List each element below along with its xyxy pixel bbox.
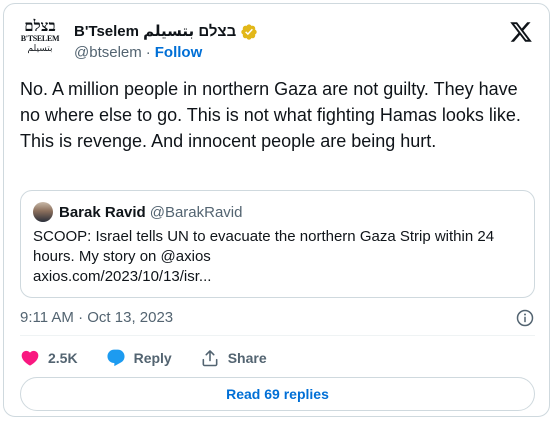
share-button[interactable]: Share — [200, 348, 267, 368]
tweet-actions: 2.5K Reply Share — [20, 346, 295, 370]
logo-english-text: B'TSELEM — [20, 34, 60, 43]
quoted-tweet-text: SCOOP: Israel tells UN to evacuate the n… — [33, 227, 523, 287]
verified-badge-icon — [241, 24, 257, 40]
reply-bubble-icon — [107, 349, 125, 367]
heart-icon — [21, 350, 39, 366]
separator-dot: · — [145, 44, 151, 61]
tweet-embed-card: בצלם B'TSELEM بتسيلم B'Tselem בצלם بتسيل… — [3, 3, 550, 417]
divider — [20, 335, 535, 336]
follow-button[interactable]: Follow — [155, 44, 203, 61]
author-display-name-row[interactable]: B'Tselem בצלם بتسيلم — [74, 22, 258, 42]
quoted-tweet-line: hours. My story on @axios — [33, 248, 211, 265]
like-count: 2.5K — [48, 350, 78, 366]
quoted-tweet[interactable]: Barak Ravid @BarakRavid SCOOP: Israel te… — [20, 190, 535, 298]
quoted-tweet-header: Barak Ravid @BarakRavid — [33, 202, 242, 222]
info-icon[interactable] — [515, 308, 535, 328]
share-icon — [202, 350, 218, 367]
logo-arabic-text: بتسيلم — [27, 44, 53, 54]
tweet-header: בצלם B'TSELEM بتسيلم B'Tselem בצלם بتسيل… — [20, 18, 533, 62]
reply-button[interactable]: Reply — [106, 348, 172, 368]
quoted-tweet-line: SCOOP: Israel tells UN to evacuate the n… — [33, 228, 495, 245]
x-logo-icon[interactable] — [509, 20, 533, 44]
author-handle[interactable]: @btselem — [74, 44, 142, 61]
quoted-tweet-link: axios.com/2023/10/13/isr... — [33, 268, 212, 285]
author-handle-row: @btselem · Follow — [74, 43, 258, 63]
quoted-author-name: Barak Ravid — [59, 203, 146, 221]
share-label: Share — [227, 350, 267, 366]
logo-hebrew-text: בצלם — [24, 17, 56, 35]
quoted-author-handle: @BarakRavid — [149, 203, 243, 221]
author-avatar[interactable]: בצלם B'TSELEM بتسيلم — [20, 18, 60, 62]
author-names: B'Tselem בצלם بتسيلم @btselem · Follow — [74, 22, 258, 63]
read-replies-button[interactable]: Read 69 replies — [20, 377, 535, 411]
tweet-text: No. A million people in northern Gaza ar… — [20, 79, 521, 151]
quoted-author-avatar — [33, 202, 53, 222]
like-button[interactable]: 2.5K — [20, 348, 78, 368]
author-display-name[interactable]: B'Tselem בצלם بتسيلم — [74, 22, 236, 42]
tweet-meta: 9:11 AM · Oct 13, 2023 — [20, 308, 535, 328]
tweet-timestamp[interactable]: 9:11 AM · Oct 13, 2023 — [20, 309, 173, 326]
reply-label: Reply — [133, 350, 172, 366]
